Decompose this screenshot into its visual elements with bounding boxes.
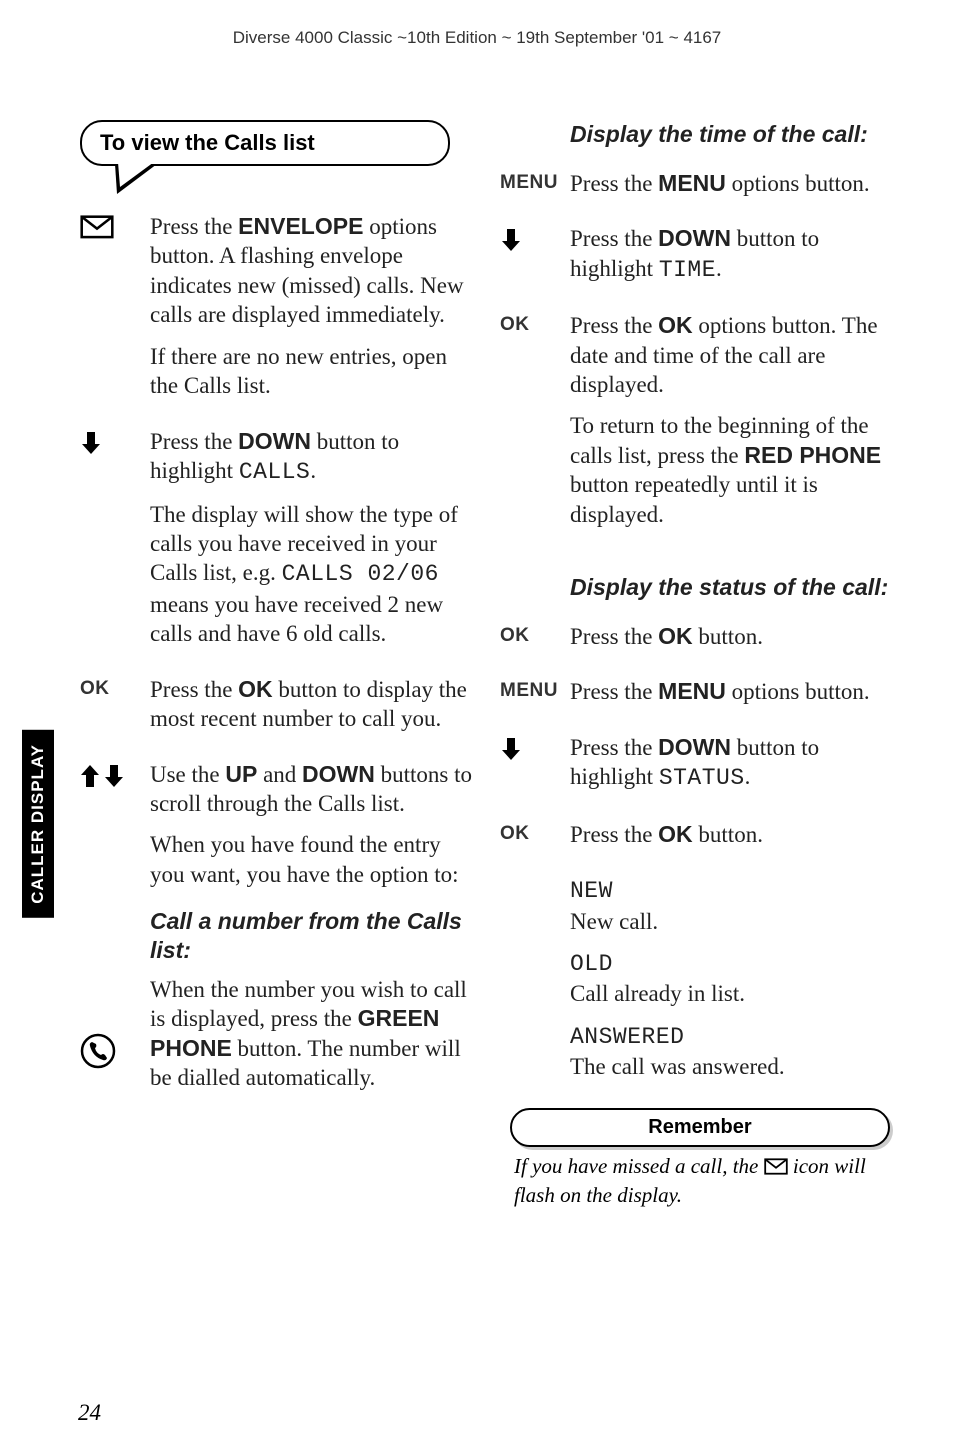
status-mono: STATUS <box>659 765 745 791</box>
step-down-time: Press the DOWN button to highlight TIME. <box>500 224 900 297</box>
remember-note: If you have missed a call, the icon will… <box>514 1153 886 1210</box>
txt: Press the <box>570 679 658 704</box>
green-phone-icon <box>80 975 150 1105</box>
txt: . <box>745 764 751 789</box>
txt: When you have found the entry you want, … <box>150 830 480 889</box>
menu-label-2: MENU <box>658 678 726 704</box>
subhead-display-status: Display the status of the call: <box>570 573 900 602</box>
txt: . <box>716 256 722 281</box>
ok-label-icon-3: OK <box>500 622 570 663</box>
down-arrow-icon-3 <box>500 733 570 806</box>
subhead-display-time: Display the time of the call: <box>570 120 900 149</box>
up-down-arrow-icon <box>80 760 150 971</box>
txt: and <box>257 762 302 787</box>
left-column: To view the Calls list Press the ENVELOP… <box>80 120 480 1209</box>
ok-label-4: OK <box>658 821 693 847</box>
txt: button. <box>693 624 763 649</box>
time-mono: TIME <box>659 257 716 283</box>
ok-label-icon: OK <box>80 675 150 746</box>
txt: Press the <box>570 313 658 338</box>
down-label-3: DOWN <box>658 225 731 251</box>
envelope-icon-inline <box>764 1155 788 1182</box>
ok-label-2: OK <box>658 312 693 338</box>
calls-mono: CALLS <box>239 459 311 485</box>
calls-list-heading: To view the Calls list <box>80 120 480 166</box>
step-ok-display: OK Press the OK button to display the mo… <box>80 675 480 746</box>
step-menu-time: MENU Press the MENU options button. <box>500 169 900 210</box>
step-ok-time: OK Press the OK options button. The date… <box>500 311 900 541</box>
txt: Press the <box>570 735 658 760</box>
subhead-status-wrap: Display the status of the call: <box>500 555 900 608</box>
txt: Use the <box>150 762 225 787</box>
step-envelope: Press the ENVELOPE options button. A fla… <box>80 212 480 413</box>
txt: Press the <box>150 429 238 454</box>
remember-heading: Remember <box>510 1108 890 1147</box>
red-phone-label: RED PHONE <box>744 442 881 468</box>
down-label-2: DOWN <box>302 761 375 787</box>
up-label: UP <box>225 761 257 787</box>
down-arrow-icon-2 <box>500 224 570 297</box>
txt: options button. <box>726 679 870 704</box>
new-mono: NEW <box>570 878 613 904</box>
bubble-title: To view the Calls list <box>80 120 450 166</box>
ok-label-icon-2: OK <box>500 311 570 541</box>
old-mono: OLD <box>570 951 613 977</box>
side-tab: CALLER DISPLAY <box>22 730 54 918</box>
txt: . <box>310 458 316 483</box>
txt: Press the <box>570 226 658 251</box>
txt: button. <box>693 822 763 847</box>
down-label-4: DOWN <box>658 734 731 760</box>
txt: means you have received 2 new calls and … <box>150 592 443 646</box>
ok-label: OK <box>238 676 273 702</box>
ok-label-3: OK <box>658 623 693 649</box>
envelope-label: ENVELOPE <box>238 213 363 239</box>
menu-label: MENU <box>658 170 726 196</box>
right-column: Display the time of the call: MENU Press… <box>500 120 900 1209</box>
down-arrow-icon <box>80 427 150 661</box>
txt: The call was answered. <box>570 1052 900 1081</box>
page-header: Diverse 4000 Classic ~10th Edition ~ 19t… <box>0 0 954 48</box>
envelope-icon <box>80 212 150 413</box>
txt: If there are no new entries, open the Ca… <box>150 342 480 401</box>
txt: button repeatedly until it is displayed. <box>570 472 818 526</box>
page-content: To view the Calls list Press the ENVELOP… <box>80 120 900 1209</box>
txt: If you have missed a call, the <box>514 1154 764 1178</box>
txt: options button. <box>726 171 870 196</box>
step-down-calls: Press the DOWN button to highlight CALLS… <box>80 427 480 661</box>
txt: New call. <box>570 907 900 936</box>
status-new: NEW New call. OLD Call already in list. … <box>500 875 900 1094</box>
subhead-call-number: Call a number from the Calls list: <box>150 907 480 965</box>
step-down-status: Press the DOWN button to highlight STATU… <box>500 733 900 806</box>
page-number: 24 <box>78 1400 101 1426</box>
txt: Press the <box>570 171 658 196</box>
menu-label-icon-2: MENU <box>500 677 570 718</box>
step-green-phone: When the number you wish to call is disp… <box>80 975 480 1105</box>
txt: Press the <box>570 624 658 649</box>
step-ok-status-2: OK Press the OK button. <box>500 820 900 861</box>
ok-label-icon-4: OK <box>500 820 570 861</box>
answered-mono: ANSWERED <box>570 1024 684 1050</box>
calls-count-mono: CALLS 02/06 <box>282 561 439 587</box>
txt: Call already in list. <box>570 979 900 1008</box>
txt: Press the <box>150 677 238 702</box>
step-updown-scroll: Use the UP and DOWN buttons to scroll th… <box>80 760 480 971</box>
menu-label-icon: MENU <box>500 169 570 210</box>
step-menu-status: MENU Press the MENU options button. <box>500 677 900 718</box>
txt: Press the <box>150 214 238 239</box>
down-label: DOWN <box>238 428 311 454</box>
step-ok-status: OK Press the OK button. <box>500 622 900 663</box>
txt: Press the <box>570 822 658 847</box>
subhead-time-wrap: Display the time of the call: <box>500 120 900 155</box>
